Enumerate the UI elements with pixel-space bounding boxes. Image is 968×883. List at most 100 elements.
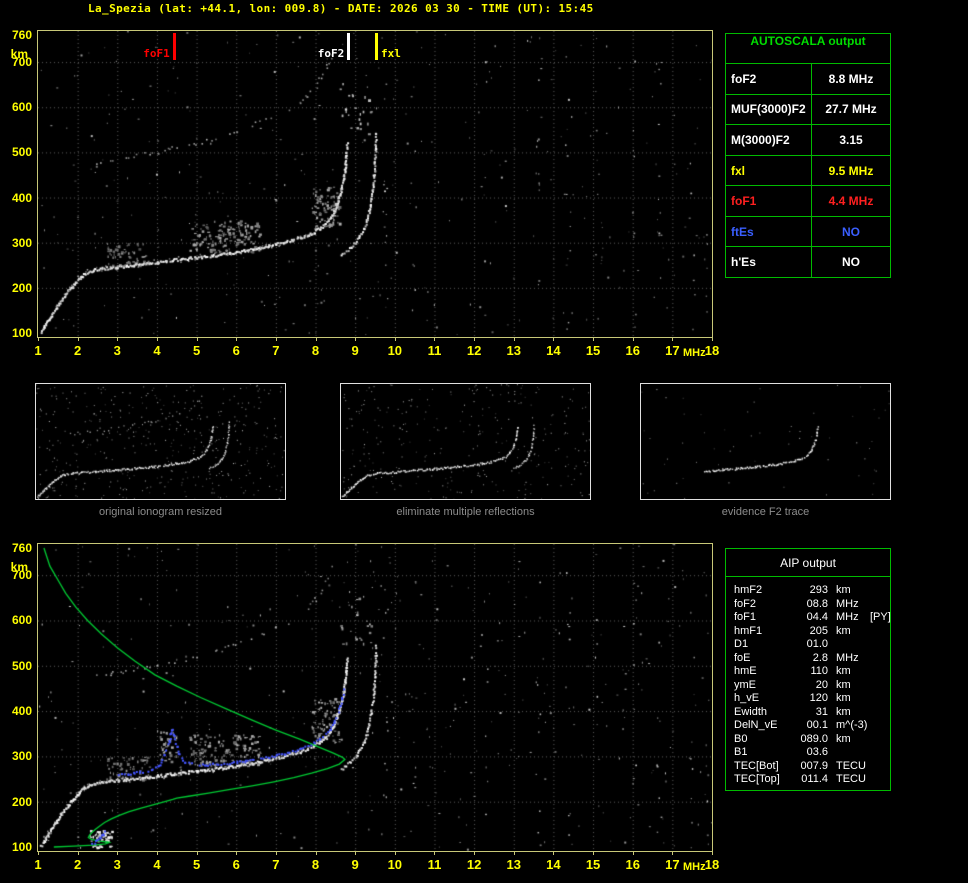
aip-row: B1 03.6 <box>734 746 887 760</box>
bottom-x-tick-mark <box>77 852 79 855</box>
aip-row: B0 089.0 km <box>734 733 887 747</box>
bottom-x-tick-label: 6 <box>232 857 240 872</box>
autoscala-screen: La_Spezia (lat: +44.1, lon: 009.8) - DAT… <box>0 0 968 883</box>
aip-row-label: B1 <box>734 746 748 758</box>
panel-original-ionogram <box>35 383 286 500</box>
aip-row: foE 2.8 MHz <box>734 652 887 666</box>
marker-foF2-line <box>347 33 351 60</box>
bottom-y-tick-label: 760 <box>11 541 32 555</box>
top-x-tick-label: 9 <box>351 343 359 358</box>
bottom-x-tick-label: 10 <box>387 857 403 872</box>
aip-row-note <box>870 773 887 787</box>
autoscala-row: foF1 4.4 MHz <box>726 186 890 217</box>
autoscala-row-value: 3.15 <box>839 132 863 147</box>
aip-row: DelN_vE 00.1 m^(-3) <box>734 719 887 733</box>
autoscala-title: AUTOSCALA output <box>726 34 890 64</box>
bottom-y-tick-label: 500 <box>11 658 32 673</box>
aip-row-value: 110 <box>810 665 828 677</box>
top-y-tick-label: 100 <box>11 326 32 340</box>
aip-row-note <box>870 760 887 774</box>
bottom-x-tick-mark <box>553 852 555 855</box>
top-x-tick-label: 5 <box>192 343 201 358</box>
bottom-x-tick-label: 15 <box>585 857 601 872</box>
top-x-tick-mark <box>355 338 357 341</box>
panel-eliminate-canvas <box>341 384 590 499</box>
aip-row: ymE 20 km <box>734 679 887 693</box>
autoscala-row: h'Es NO <box>726 247 890 278</box>
top-x-tick-mark <box>315 338 317 341</box>
aip-row-note <box>870 625 887 639</box>
bottom-ionogram-plot <box>37 543 713 852</box>
station-header: La_Spezia (lat: +44.1, lon: 009.8) - DAT… <box>88 2 594 15</box>
aip-row-label: B0 <box>734 732 748 745</box>
top-y-unit-label: km <box>10 47 28 61</box>
top-x-tick-label: 4 <box>153 343 161 358</box>
top-x-tick-label: 16 <box>625 343 640 358</box>
aip-row-value: 08.8 <box>806 597 828 610</box>
aip-row-note <box>870 598 887 612</box>
bottom-y-tick-label: 200 <box>11 794 32 809</box>
top-x-tick-mark <box>712 338 713 341</box>
aip-row: hmF1 205 km <box>734 625 887 639</box>
aip-row-label: TEC[Top] <box>734 773 780 785</box>
marker-fxl-line <box>375 33 378 60</box>
aip-row-unit: km <box>836 624 851 637</box>
bottom-x-tick-mark <box>38 852 39 855</box>
bottom-x-tick-label: 5 <box>192 857 201 872</box>
marker-foF2-label: foF2 <box>317 47 345 60</box>
bottom-x-tick-label: 14 <box>546 857 561 872</box>
marker-foF1-line <box>172 33 176 60</box>
aip-row-unit: MHz <box>836 611 859 623</box>
top-x-tick-label: 8 <box>311 343 320 358</box>
bottom-x-tick-mark <box>513 852 515 855</box>
panel-eliminate-multiples <box>340 383 591 500</box>
aip-panel: AIP output hmF2 293 km foF2 08.8 MHz foF1 04.4 M… <box>725 548 891 791</box>
aip-row-unit: km <box>836 692 851 704</box>
aip-row: h_vE 120 km <box>734 692 887 706</box>
aip-row: D1 01.0 <box>734 638 887 652</box>
aip-row-label: foE <box>734 651 751 664</box>
bottom-x-tick-label: 13 <box>506 857 521 872</box>
marker-foF1-label: foF1 <box>143 47 170 60</box>
top-x-tick-mark <box>156 338 158 341</box>
bottom-x-tick-label: 16 <box>625 857 640 872</box>
aip-row-value: 20 <box>815 678 828 691</box>
aip-row-unit: m^(-3) <box>836 719 868 731</box>
autoscala-row: M(3000)F2 3.15 <box>726 125 890 156</box>
aip-row-label: hmF1 <box>734 624 763 637</box>
bottom-x-tick-mark <box>434 852 436 855</box>
top-x-tick-label: 17 <box>665 343 680 358</box>
autoscala-row: fxl 9.5 MHz <box>726 155 890 187</box>
bottom-y-tick-label: 100 <box>11 840 32 854</box>
bottom-x-tick-mark <box>156 852 158 855</box>
aip-row-value: 01.0 <box>806 638 828 650</box>
top-x-tick-mark <box>117 338 119 341</box>
aip-row-unit: MHz <box>836 651 859 664</box>
autoscala-row-label: foF1 <box>726 186 812 216</box>
top-x-tick-label: 10 <box>387 343 403 358</box>
autoscala-panel: AUTOSCALA output foF2 8.8 MHz MUF(3000)F2 2… <box>725 33 891 278</box>
aip-row-unit: MHz <box>836 597 859 610</box>
bottom-x-tick-mark <box>275 852 277 855</box>
panel-original-canvas <box>36 384 285 499</box>
autoscala-row: MUF(3000)F2 27.7 MHz <box>726 94 890 126</box>
top-x-tick-mark <box>553 338 555 341</box>
bottom-x-tick-label: 8 <box>311 857 320 872</box>
aip-row-label: h_vE <box>734 692 760 704</box>
top-x-tick-label: 11 <box>427 343 442 358</box>
aip-row-label: foF1 <box>734 611 757 623</box>
top-x-tick-mark <box>236 338 238 341</box>
autoscala-row-value: NO <box>842 224 860 239</box>
bottom-x-tick-label: 11 <box>427 857 442 872</box>
bottom-y-tick-label: 300 <box>11 749 32 764</box>
panel-caption-evidence: evidence F2 trace <box>721 506 810 518</box>
aip-row-note <box>870 746 887 760</box>
aip-row: hmE 110 km <box>734 665 887 679</box>
top-x-tick-mark <box>513 338 515 341</box>
top-x-tick-mark <box>474 338 476 341</box>
top-x-tick-label: 7 <box>272 343 280 358</box>
aip-row: foF2 08.8 MHz <box>734 598 887 612</box>
bottom-x-tick-mark <box>355 852 357 855</box>
autoscala-row-value: 4.4 MHz <box>828 194 874 209</box>
aip-row-label: foF2 <box>734 597 757 610</box>
